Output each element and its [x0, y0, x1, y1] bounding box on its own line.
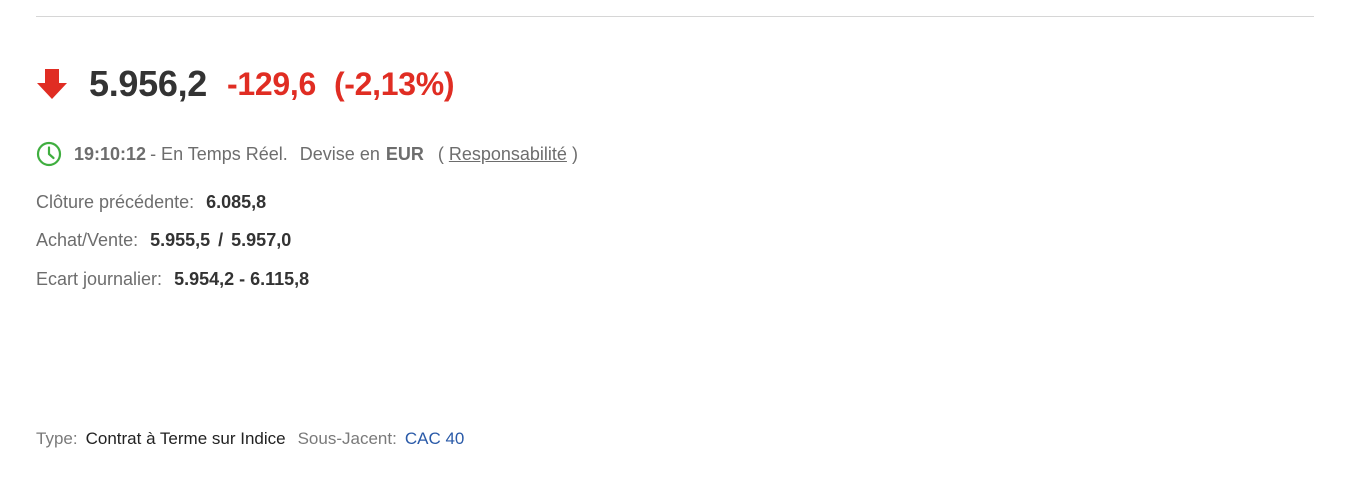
quote-header: 5.956,2 -129,6 (-2,13%): [36, 58, 455, 110]
instrument-info: Type: Contrat à Terme sur Indice Sous-Ja…: [36, 426, 464, 452]
type-value: Contrat à Terme sur Indice: [85, 429, 286, 448]
bid-ask-separator: /: [218, 229, 224, 250]
currency-value: EUR: [385, 143, 424, 164]
price-change-percent: (-2,13%): [333, 65, 455, 102]
quote-time: 19:10:12: [74, 143, 147, 164]
day-range-value: 5.954,2 - 6.115,8: [174, 268, 310, 289]
prev-close-value: 6.085,8: [206, 191, 267, 212]
currency-label: Devise en: [299, 143, 380, 164]
bid-ask-row: Achat/Vente: 5.955,5 / 5.957,0: [36, 227, 291, 253]
clock-hands: [47, 146, 55, 160]
close-paren: ): [571, 143, 578, 164]
bid-value: 5.955,5: [150, 229, 211, 250]
down-arrow-icon: [37, 69, 67, 99]
day-range-label: Ecart journalier:: [36, 268, 163, 289]
top-divider: [36, 16, 1314, 17]
prev-close-row: Clôture précédente: 6.085,8: [36, 189, 266, 215]
last-price: 5.956,2: [89, 63, 208, 104]
open-paren: (: [437, 143, 444, 164]
day-range-row: Ecart journalier: 5.954,2 - 6.115,8: [36, 266, 309, 292]
clock-icon: [36, 141, 62, 167]
type-label: Type:: [36, 429, 78, 448]
underlying-label: Sous-Jacent:: [297, 429, 397, 448]
down-arrow-shape: [37, 69, 67, 99]
price-change: -129,6: [227, 65, 316, 102]
underlying-link[interactable]: CAC 40: [405, 429, 465, 449]
prev-close-label: Clôture précédente:: [36, 191, 195, 212]
ask-value: 5.957,0: [231, 229, 292, 250]
disclaimer-link[interactable]: Responsabilité: [449, 144, 567, 165]
bid-ask-label: Achat/Vente:: [36, 229, 139, 250]
realtime-label: - En Temps Réel.: [150, 143, 288, 164]
quote-status: 19:10:12 - En Temps Réel. Devise en EUR …: [36, 140, 578, 168]
